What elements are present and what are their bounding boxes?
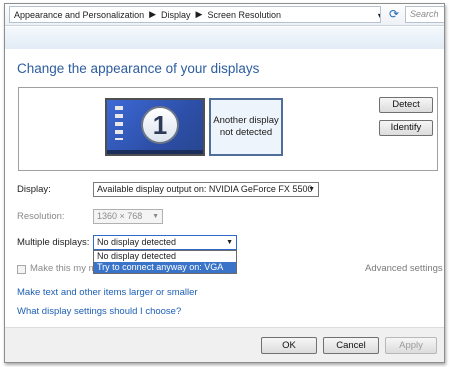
chevron-down-icon: ▼ — [308, 186, 315, 193]
dropdown-option[interactable]: Try to connect anyway on: VGA — [94, 262, 236, 273]
chevron-right-icon[interactable]: ▶ — [149, 9, 156, 20]
search-input[interactable]: Search — [405, 6, 444, 23]
identify-button[interactable]: Identify — [379, 120, 433, 136]
resolution-label: Resolution: — [17, 211, 65, 222]
main-display-checkbox-label: Make this my ma — [30, 263, 102, 274]
refresh-icon[interactable]: ⟳ — [387, 7, 401, 22]
display-select-value: Available display output on: NVIDIA GeFo… — [97, 184, 313, 194]
breadcrumb-item[interactable]: Display — [161, 10, 191, 20]
detect-button[interactable]: Detect — [379, 97, 433, 113]
multiple-displays-label: Multiple displays: — [17, 237, 90, 248]
main-display-checkbox[interactable] — [17, 265, 26, 274]
taskbar — [107, 150, 203, 154]
toolbar-band — [5, 27, 444, 49]
chevron-down-icon: ▼ — [152, 213, 159, 220]
dropdown-option[interactable]: No display detected — [94, 251, 236, 262]
display-preview: 1 Another display not detected Detect Id… — [18, 87, 438, 171]
chevron-down-icon: ▼ — [226, 239, 233, 246]
monitor-2-text: Another display not detected — [213, 115, 278, 139]
breadcrumb-item[interactable]: Screen Resolution — [207, 10, 281, 20]
multiple-displays-select[interactable]: No display detected ▼ — [93, 235, 237, 250]
breadcrumb-item[interactable]: Appearance and Personalization — [14, 10, 144, 20]
multiple-displays-dropdown: No display detected Try to connect anywa… — [93, 250, 237, 274]
monitor-1-thumbnail[interactable]: 1 — [105, 98, 205, 156]
apply-button: Apply — [385, 337, 437, 354]
chevron-down-icon[interactable]: ▼ — [376, 11, 380, 21]
resolution-select-value: 1360 × 768 — [97, 211, 143, 221]
chevron-right-icon[interactable]: ▶ — [196, 9, 203, 20]
cancel-button[interactable]: Cancel — [323, 337, 379, 354]
screen-resolution-window: Appearance and Personalization ▶ Display… — [4, 3, 445, 363]
breadcrumb[interactable]: Appearance and Personalization ▶ Display… — [9, 6, 381, 23]
multiple-displays-value: No display detected — [97, 237, 177, 247]
address-bar: Appearance and Personalization ▶ Display… — [5, 4, 444, 26]
display-label: Display: — [17, 184, 51, 195]
desktop-icons — [115, 106, 123, 140]
monitor-number-badge: 1 — [141, 106, 179, 144]
resolution-select: 1360 × 768 ▼ — [93, 209, 163, 224]
display-help-link[interactable]: What display settings should I choose? — [17, 306, 181, 317]
ok-button[interactable]: OK — [261, 337, 317, 354]
advanced-settings-link[interactable]: Advanced settings — [365, 263, 443, 274]
monitor-2-text-line: Another display — [213, 115, 279, 126]
monitor-2-thumbnail[interactable]: Another display not detected — [209, 98, 283, 156]
page-title: Change the appearance of your displays — [17, 61, 260, 76]
monitor-2-text-line: not detected — [219, 127, 273, 138]
text-size-link[interactable]: Make text and other items larger or smal… — [17, 287, 198, 298]
display-select[interactable]: Available display output on: NVIDIA GeFo… — [93, 182, 319, 197]
